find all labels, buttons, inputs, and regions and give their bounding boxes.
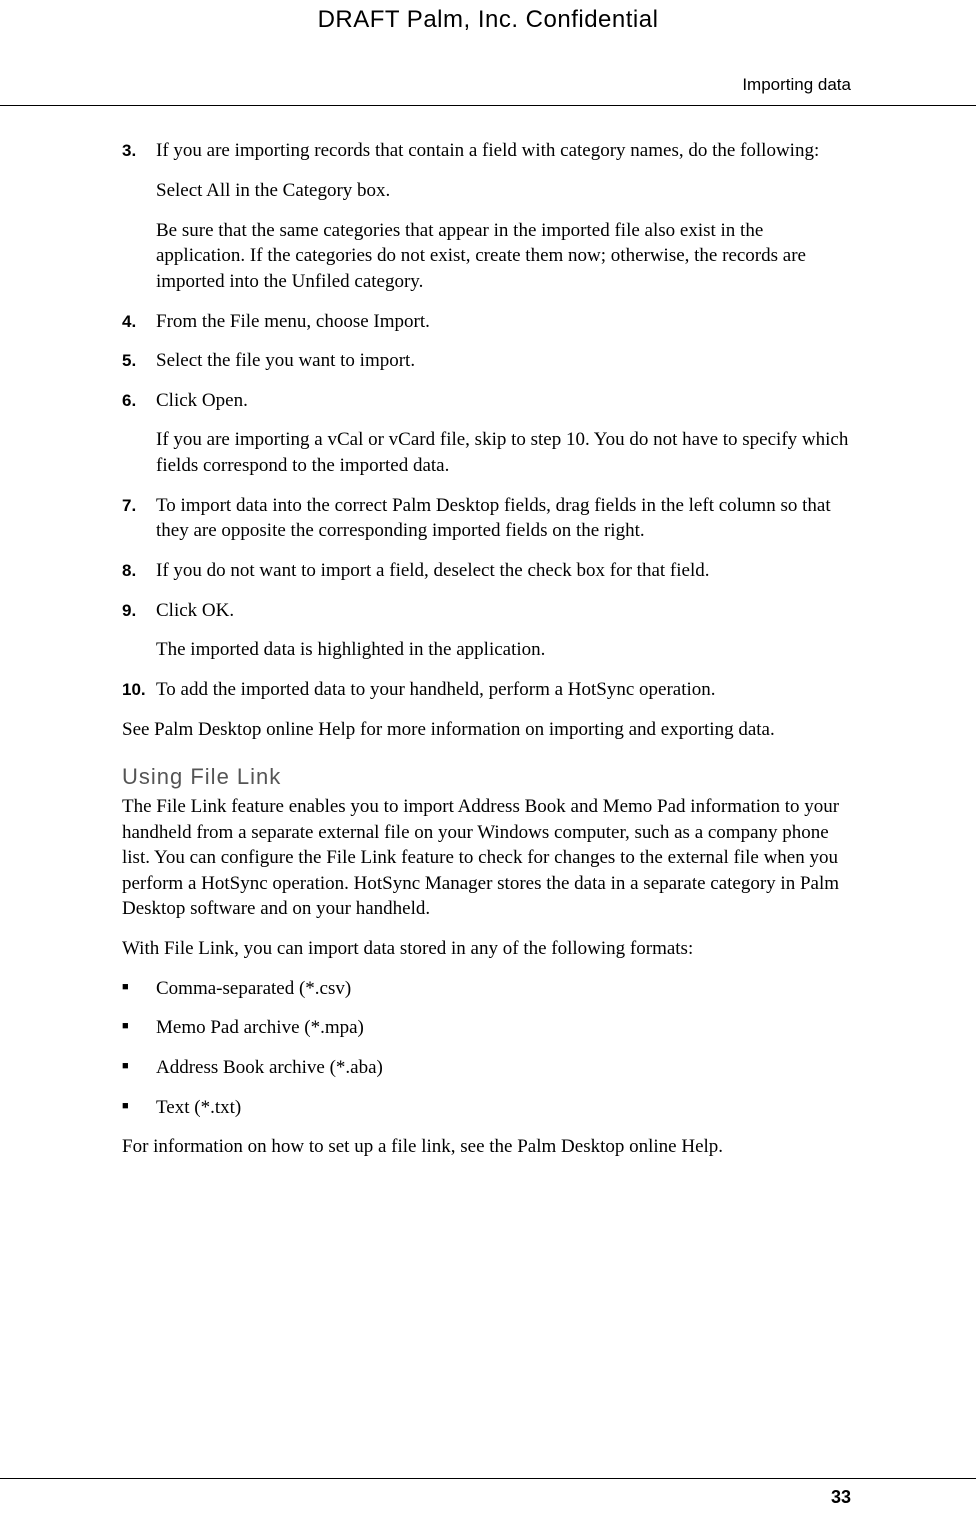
filelink-outro: For information on how to set up a file … [122, 1134, 856, 1160]
step-text: If you are importing a vCal or vCard fil… [156, 427, 856, 478]
list-item: Comma-separated (*.csv) [122, 976, 856, 1002]
filelink-intro: The File Link feature enables you to imp… [122, 794, 856, 922]
step-number: 10. [122, 677, 156, 703]
step-body: Click Open. If you are importing a vCal … [156, 388, 856, 479]
draft-watermark: DRAFT Palm, Inc. Confidential [0, 0, 976, 36]
step-body: To import data into the correct Palm Des… [156, 493, 856, 544]
step-body: Click OK. The imported data is highlight… [156, 598, 856, 663]
step-number: 5. [122, 348, 156, 374]
step-9: 9. Click OK. The imported data is highli… [122, 598, 856, 663]
list-item: Address Book archive (*.aba) [122, 1055, 856, 1081]
step-text: Click Open. [156, 388, 856, 414]
step-body: If you are importing records that contai… [156, 138, 856, 294]
list-item: Memo Pad archive (*.mpa) [122, 1015, 856, 1041]
step-3: 3. If you are importing records that con… [122, 138, 856, 294]
step-text: Click OK. [156, 598, 856, 624]
step-text: If you are importing records that contai… [156, 138, 856, 164]
step-body: From the File menu, choose Import. [156, 309, 856, 335]
step-number: 6. [122, 388, 156, 479]
step-number: 9. [122, 598, 156, 663]
step-number: 8. [122, 558, 156, 584]
step-body: If you do not want to import a field, de… [156, 558, 856, 584]
step-text: To import data into the correct Palm Des… [156, 493, 856, 544]
step-body: Select the file you want to import. [156, 348, 856, 374]
step-number: 4. [122, 309, 156, 335]
filelink-formats-intro: With File Link, you can import data stor… [122, 936, 856, 962]
step-body: To add the imported data to your handhel… [156, 677, 856, 703]
page-number: 33 [831, 1487, 851, 1507]
formats-list: Comma-separated (*.csv) Memo Pad archive… [122, 976, 856, 1121]
step-number: 3. [122, 138, 156, 294]
step-7: 7. To import data into the correct Palm … [122, 493, 856, 544]
step-5: 5. Select the file you want to import. [122, 348, 856, 374]
step-number: 7. [122, 493, 156, 544]
step-10: 10. To add the imported data to your han… [122, 677, 856, 703]
step-text: Be sure that the same categories that ap… [156, 218, 856, 295]
list-item: Text (*.txt) [122, 1095, 856, 1121]
step-text: From the File menu, choose Import. [156, 309, 856, 335]
page: DRAFT Palm, Inc. Confidential Importing … [0, 0, 976, 1537]
step-text: The imported data is highlighted in the … [156, 637, 856, 663]
step-8: 8. If you do not want to import a field,… [122, 558, 856, 584]
step-6: 6. Click Open. If you are importing a vC… [122, 388, 856, 479]
step-text: To add the imported data to your handhel… [156, 677, 856, 703]
page-content: 3. If you are importing records that con… [0, 106, 976, 1160]
page-footer: 33 [0, 1478, 976, 1509]
subsection-heading: Using File Link [122, 762, 856, 792]
step-text: Select the file you want to import. [156, 348, 856, 374]
step-text: Select All in the Category box. [156, 178, 856, 204]
step-4: 4. From the File menu, choose Import. [122, 309, 856, 335]
step-text: If you do not want to import a field, de… [156, 558, 856, 584]
running-header: Importing data [0, 36, 976, 106]
closing-paragraph: See Palm Desktop online Help for more in… [122, 717, 856, 743]
